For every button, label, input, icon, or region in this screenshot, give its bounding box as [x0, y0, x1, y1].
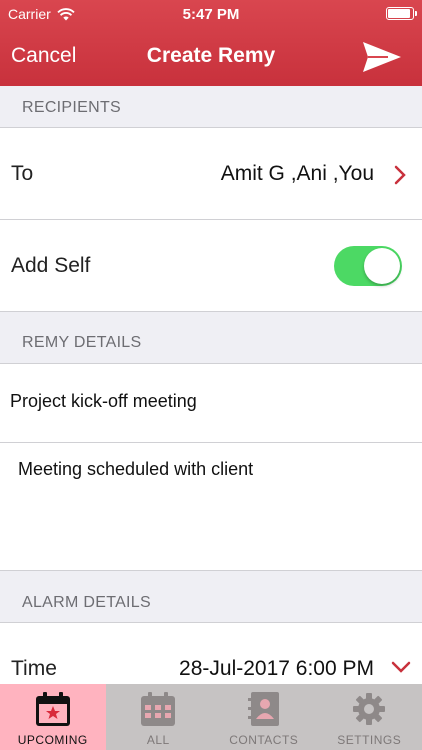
to-row[interactable]: To Amit G ,Ani ,You [0, 128, 422, 220]
header: Carrier 5:47 PM Cancel Create Remy [0, 0, 422, 86]
send-icon[interactable] [362, 41, 402, 73]
gear-icon [353, 693, 386, 725]
chevron-right-icon [394, 165, 406, 185]
page-title: Create Remy [146, 44, 276, 67]
time-value[interactable]: 28-Jul-2017 6:00 PM [179, 657, 374, 681]
tab-upcoming[interactable]: UPCOMING [0, 684, 106, 750]
remy-description-field[interactable]: Meeting scheduled with client [18, 459, 253, 480]
tab-bar: UPCOMING ALL CONTACTS SETTINGS [0, 684, 422, 750]
add-self-label: Add Self [11, 254, 91, 277]
section-details: REMY DETAILS [0, 312, 422, 364]
tab-contacts[interactable]: CONTACTS [211, 684, 317, 750]
tab-upcoming-label: UPCOMING [17, 733, 88, 747]
tab-all-label: ALL [146, 733, 170, 747]
contacts-book-icon [247, 692, 279, 726]
nav-bar: Cancel Create Remy [0, 36, 422, 76]
time-row[interactable]: Time 28-Jul-2017 6:00 PM [0, 623, 422, 684]
tab-settings-label: SETTINGS [337, 733, 402, 747]
chevron-down-icon[interactable] [390, 659, 412, 675]
tab-all[interactable]: ALL [106, 684, 212, 750]
tab-settings[interactable]: SETTINGS [317, 684, 422, 750]
status-bar: Carrier 5:47 PM [0, 0, 422, 28]
remy-title-row[interactable]: Project kick-off meeting [0, 364, 422, 443]
time-label: Time [11, 657, 57, 680]
status-time: 5:47 PM [182, 6, 240, 23]
calendar-star-icon [35, 692, 70, 726]
to-label: To [11, 162, 34, 185]
tab-contacts-label: CONTACTS [229, 733, 299, 747]
calendar-grid-icon [141, 692, 176, 726]
section-alarm: ALARM DETAILS [0, 571, 422, 623]
battery-icon [386, 7, 417, 20]
remy-description-row[interactable]: Meeting scheduled with client [0, 443, 422, 571]
to-value: Amit G ,Ani ,You [220, 162, 374, 185]
remy-title-field[interactable]: Project kick-off meeting [10, 391, 197, 412]
add-self-toggle[interactable] [334, 246, 402, 286]
section-recipients: RECIPIENTS [0, 86, 422, 128]
toggle-knob [364, 248, 400, 284]
add-self-row: Add Self [0, 220, 422, 312]
